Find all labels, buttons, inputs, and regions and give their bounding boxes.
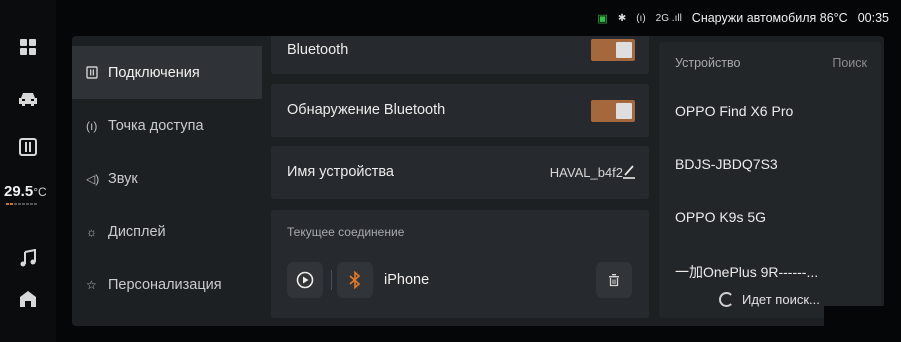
device-list-item[interactable]: 一加OnePlus 9R------... bbox=[675, 262, 818, 282]
toggle-knob bbox=[616, 103, 632, 119]
home-icon[interactable] bbox=[0, 284, 56, 314]
trash-icon bbox=[609, 274, 619, 287]
nav-item-label: Персонализация bbox=[108, 276, 222, 293]
clock: 00:35 bbox=[857, 11, 889, 25]
temperature-value: 29.5 bbox=[4, 183, 34, 200]
spinner-icon bbox=[719, 292, 734, 307]
device-list-panel: Устройство Поиск OPPO Find X6 Pro BDJS-J… bbox=[659, 42, 881, 318]
outside-temperature: Снаружи автомобиля 86°C bbox=[691, 11, 848, 25]
device-name-row[interactable]: Имя устройства HAVAL_b4f2 bbox=[271, 146, 649, 199]
temperature-level-bar bbox=[6, 203, 42, 206]
toggle-knob bbox=[616, 42, 632, 58]
searching-text: Идет поиск... bbox=[742, 292, 820, 307]
parking-icon[interactable] bbox=[0, 132, 56, 162]
car-infotainment-screen: 29.5°C ▣ ✱ (ı) 2G .ıll Снаружи автомобил… bbox=[0, 0, 901, 342]
hotspot-status-icon: (ı) bbox=[636, 12, 646, 24]
device-name-label: Имя устройства bbox=[287, 164, 394, 180]
device-list-item[interactable]: BDJS-JBDQ7S3 bbox=[675, 156, 778, 172]
divider bbox=[331, 270, 332, 290]
device-list-item[interactable]: OPPO Find X6 Pro bbox=[675, 103, 793, 119]
nav-item-hotspot[interactable]: (ı) Точка доступа bbox=[72, 99, 262, 152]
network-type: 2G bbox=[655, 12, 670, 24]
connected-device-name: iPhone bbox=[384, 272, 430, 288]
nav-item-label: Подключения bbox=[108, 64, 200, 81]
nav-item-sound[interactable]: ◁) Звук bbox=[72, 152, 262, 205]
delete-button[interactable] bbox=[596, 262, 632, 298]
status-bar: ▣ ✱ (ı) 2G .ıll Снаружи автомобиля 86°C … bbox=[597, 9, 889, 27]
phone-projection-icon: ▣ bbox=[597, 12, 608, 25]
temperature-display[interactable]: 29.5°C bbox=[4, 183, 56, 200]
connections-icon bbox=[86, 66, 108, 79]
signal-icon: 2G .ıll bbox=[655, 12, 682, 24]
discovery-toggle[interactable] bbox=[591, 100, 635, 122]
nav-item-personalization[interactable]: ☆ Персонализация bbox=[72, 258, 262, 311]
personalization-icon: ☆ bbox=[86, 277, 97, 292]
music-icon[interactable] bbox=[0, 243, 56, 273]
bluetooth-icon bbox=[349, 271, 361, 289]
hotspot-icon: (ı) bbox=[86, 118, 98, 133]
nav-item-label: Звук bbox=[108, 170, 138, 187]
display-icon: ☼ bbox=[86, 224, 97, 239]
device-name-value: HAVAL_b4f2 bbox=[549, 165, 623, 180]
discovery-label: Обнаружение Bluetooth bbox=[287, 102, 446, 118]
play-icon bbox=[296, 271, 314, 289]
apps-icon[interactable] bbox=[0, 32, 56, 62]
current-connection-card: Текущее соединение iPhone bbox=[271, 210, 649, 318]
bluetooth-toggle[interactable] bbox=[591, 39, 635, 61]
bluetooth-label: Bluetooth bbox=[287, 42, 349, 58]
bluetooth-connection-button[interactable] bbox=[337, 262, 373, 298]
left-dock: 29.5°C bbox=[0, 0, 56, 342]
play-button[interactable] bbox=[287, 262, 323, 298]
current-connection-label: Текущее соединение bbox=[287, 225, 405, 239]
bluetooth-status-icon: ✱ bbox=[617, 12, 627, 24]
car-icon[interactable] bbox=[0, 84, 56, 114]
nav-item-display[interactable]: ☼ Дисплей bbox=[72, 205, 262, 258]
bluetooth-discovery-row[interactable]: Обнаружение Bluetooth bbox=[271, 84, 649, 137]
bluetooth-row[interactable]: Bluetooth bbox=[271, 36, 649, 74]
nav-item-label: Дисплей bbox=[108, 223, 166, 240]
settings-nav: Подключения (ı) Точка доступа ◁) Звук ☼ … bbox=[72, 46, 262, 311]
sound-icon: ◁) bbox=[86, 171, 100, 186]
device-list-header: Устройство bbox=[675, 56, 741, 70]
device-list-item[interactable]: OPPO K9s 5G bbox=[675, 209, 766, 225]
edit-icon[interactable] bbox=[621, 163, 637, 184]
nav-item-label: Точка доступа bbox=[108, 117, 204, 134]
nav-item-connections[interactable]: Подключения bbox=[72, 46, 262, 99]
overlay-box bbox=[824, 306, 894, 336]
search-button[interactable]: Поиск bbox=[832, 56, 867, 70]
temperature-unit: °C bbox=[33, 185, 47, 199]
searching-indicator: Идет поиск... bbox=[719, 292, 820, 307]
